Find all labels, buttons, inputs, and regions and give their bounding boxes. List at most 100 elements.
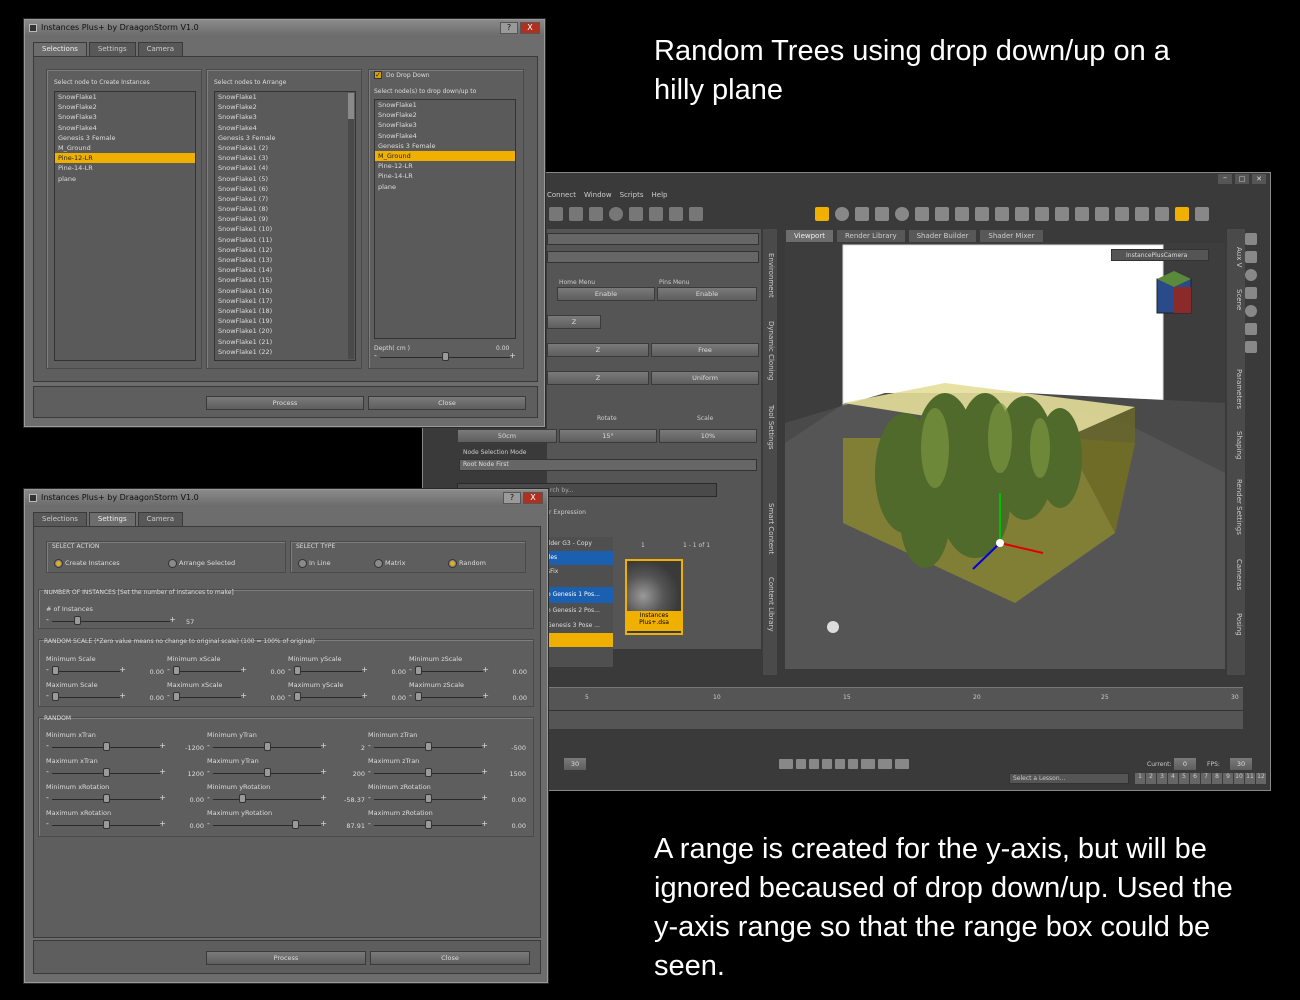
timeline[interactable]: 5 10 15 20 25 30	[547, 687, 1243, 729]
field-slider[interactable]: - +	[288, 665, 368, 677]
slider-knob[interactable]	[263, 768, 271, 777]
content-tree-row[interactable]: o Genesis 2 Pos...	[547, 603, 613, 619]
field-slider[interactable]: - +	[46, 665, 126, 677]
tool-icon[interactable]	[629, 207, 643, 221]
tool-icon[interactable]	[1055, 207, 1069, 221]
panel-icon[interactable]	[1245, 287, 1257, 299]
right-tab-posing[interactable]: Posing	[1235, 613, 1243, 636]
right-tab-scene[interactable]: Scene	[1235, 289, 1243, 310]
slider-knob[interactable]	[52, 666, 59, 675]
fps-field[interactable]: 30	[1229, 757, 1253, 771]
tool-icon[interactable]	[835, 207, 849, 221]
tool-icon[interactable]	[669, 207, 683, 221]
right-tab-cameras[interactable]: Cameras	[1235, 559, 1243, 590]
tool-icon[interactable]	[1115, 207, 1129, 221]
panel-icon[interactable]	[1245, 323, 1257, 335]
close-icon[interactable]: ✕	[1252, 174, 1266, 184]
list-item[interactable]: SnowFlake1 (2)	[215, 143, 355, 153]
field-slider[interactable]: - +	[46, 691, 126, 703]
list-item[interactable]: SnowFlake2	[55, 102, 195, 112]
field-slider[interactable]: - +	[368, 741, 488, 753]
tool-icon[interactable]	[689, 207, 703, 221]
dropdown[interactable]	[547, 233, 759, 245]
tab-selections[interactable]: Selections	[33, 512, 87, 526]
list-item[interactable]: SnowFlake3	[55, 112, 195, 122]
arrange-list[interactable]: SnowFlake1 SnowFlake2 SnowFlake3 SnowFlake4…	[214, 91, 356, 361]
field-slider[interactable]: - +	[409, 691, 489, 703]
scale-value[interactable]: 10%	[659, 429, 757, 443]
list-item[interactable]: SnowFlake3	[375, 120, 515, 130]
tab-selections[interactable]: Selections	[33, 42, 87, 56]
lesson-step[interactable]: 2	[1146, 773, 1156, 784]
maximize-icon[interactable]: □	[1235, 174, 1249, 184]
prev-frame-icon[interactable]	[822, 759, 832, 769]
list-item[interactable]: SnowFlake1 (17)	[215, 296, 355, 306]
rotate-value[interactable]: 15°	[559, 429, 657, 443]
radio-create-instances[interactable]: Create Instances	[54, 559, 120, 568]
lesson-step[interactable]: 6	[1190, 773, 1200, 784]
slider-knob[interactable]	[263, 742, 271, 751]
lesson-step[interactable]: 5	[1179, 773, 1189, 784]
tool-icon[interactable]	[1135, 207, 1149, 221]
tool-icon[interactable]	[1035, 207, 1049, 221]
process-button[interactable]: Process	[206, 396, 364, 410]
content-tree-row[interactable]: o Genesis 1 Pos...	[547, 587, 613, 603]
slider-knob[interactable]	[173, 692, 180, 701]
lesson-step[interactable]: 11	[1245, 773, 1255, 784]
field-slider[interactable]: - +	[46, 767, 166, 779]
lesson-step[interactable]: 3	[1157, 773, 1167, 784]
list-item-selected[interactable]: M_Ground	[375, 150, 515, 162]
slider-knob[interactable]	[102, 768, 110, 777]
list-item[interactable]: SnowFlake1 (21)	[215, 337, 355, 347]
panel-icon[interactable]	[1245, 305, 1257, 317]
right-tab-shaping[interactable]: Shaping	[1235, 431, 1243, 459]
tool-icon[interactable]	[1155, 207, 1169, 221]
z-button[interactable]: Z	[547, 315, 601, 329]
close-dialog-button[interactable]: Close	[370, 951, 530, 965]
field-slider[interactable]: - +	[207, 741, 327, 753]
list-item[interactable]: Genesis 3 Female	[55, 133, 195, 143]
right-tab-aux[interactable]: Aux V	[1235, 247, 1243, 267]
lesson-select[interactable]: Select a Lesson...	[1009, 773, 1129, 784]
lesson-step[interactable]: 9	[1223, 773, 1233, 784]
help-button[interactable]: ?	[503, 492, 521, 504]
list-item[interactable]: SnowFlake1 (22)	[215, 347, 355, 357]
pins-menu-enable-button[interactable]: Enable	[657, 287, 757, 301]
list-item[interactable]: M_Ground	[55, 143, 195, 153]
field-slider[interactable]: - +	[167, 665, 247, 677]
lesson-step[interactable]: 8	[1212, 773, 1222, 784]
content-tree-row[interactable]: iles	[547, 551, 613, 565]
depth-slider[interactable]: - +	[374, 351, 516, 363]
radio-arrange-selected[interactable]: Arrange Selected	[168, 559, 235, 568]
dropdown[interactable]	[547, 251, 759, 263]
loop-icon[interactable]	[779, 759, 793, 769]
slider-knob[interactable]	[239, 794, 247, 803]
content-tree-row[interactable]: Genesis 3 Pose ...	[547, 619, 613, 633]
field-slider[interactable]: - +	[288, 691, 368, 703]
list-item[interactable]: SnowFlake4	[55, 123, 195, 133]
list-item[interactable]: SnowFlake1 (15)	[215, 275, 355, 285]
instances-slider[interactable]: - +	[46, 615, 176, 627]
mail-icon[interactable]	[1245, 251, 1257, 263]
slider-knob[interactable]	[52, 692, 59, 701]
tab-viewport[interactable]: Viewport	[785, 229, 834, 242]
slider-knob[interactable]	[424, 742, 432, 751]
right-tab-render-settings[interactable]: Render Settings	[1235, 479, 1243, 535]
tool-icon[interactable]	[549, 207, 563, 221]
list-item[interactable]: SnowFlake1	[215, 92, 355, 102]
list-item[interactable]: SnowFlake4	[375, 131, 515, 141]
slider-knob[interactable]	[173, 666, 180, 675]
script-thumbnail[interactable]: Instances Plus+.dsa	[625, 559, 683, 635]
tool-icon[interactable]	[875, 207, 889, 221]
end-frame-field[interactable]: 30	[563, 757, 587, 771]
viewport[interactable]: InstancePlusCamera	[785, 243, 1225, 669]
list-item[interactable]: SnowFlake1	[55, 92, 195, 102]
list-item[interactable]: SnowFlake1 (13)	[215, 255, 355, 265]
slider-knob[interactable]	[294, 666, 301, 675]
field-slider[interactable]: - +	[46, 741, 166, 753]
tool-icon[interactable]	[895, 207, 909, 221]
slider-knob[interactable]	[102, 742, 110, 751]
field-slider[interactable]: - +	[368, 767, 488, 779]
list-item[interactable]: Genesis 3 Female	[375, 141, 515, 151]
menu-window[interactable]: Window	[584, 191, 612, 199]
